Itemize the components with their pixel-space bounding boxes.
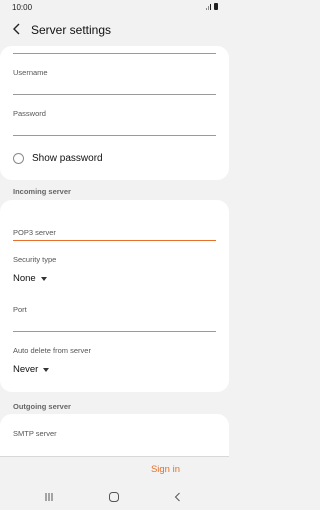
app-bar: Server settings (0, 14, 229, 46)
security-type-label: Security type (13, 255, 57, 264)
nav-back-button[interactable] (171, 490, 185, 504)
home-button[interactable] (107, 490, 121, 504)
page-title: Server settings (31, 23, 112, 37)
account-card: Username Password Show password (0, 46, 229, 180)
auto-delete-dropdown[interactable]: Never (13, 364, 50, 375)
outgoing-server-header: Outgoing server (13, 402, 71, 411)
incoming-server-header: Incoming server (13, 187, 71, 196)
show-password-checkbox[interactable] (13, 153, 24, 164)
security-type-value: None (13, 273, 36, 284)
outgoing-server-card: SMTP server (0, 414, 229, 456)
auto-delete-label: Auto delete from server (13, 346, 91, 355)
dropdown-arrow-icon (40, 276, 47, 281)
home-icon (109, 492, 119, 502)
security-type-dropdown[interactable]: None (13, 273, 47, 284)
status-time: 10:00 (12, 3, 33, 12)
status-bar: 10:00 (0, 0, 229, 14)
navigation-bar (0, 484, 229, 510)
recent-apps-icon (45, 493, 53, 501)
port-field[interactable] (13, 318, 216, 332)
auto-delete-value: Never (13, 364, 39, 375)
sign-in-button[interactable]: Sign in (151, 464, 180, 475)
back-icon (174, 492, 180, 502)
smtp-server-label: SMTP server (13, 429, 57, 438)
port-label: Port (13, 305, 27, 314)
username-field[interactable] (13, 81, 216, 95)
username-label: Username (13, 68, 48, 77)
divider (13, 53, 216, 54)
incoming-server-card: POP3 server Security type None Port Auto… (0, 200, 229, 392)
dropdown-arrow-icon (43, 367, 50, 372)
recent-apps-button[interactable] (42, 490, 56, 504)
pop3-server-field[interactable] (13, 227, 216, 241)
password-field[interactable] (13, 122, 216, 136)
show-password-label[interactable]: Show password (32, 153, 103, 164)
chevron-left-icon (13, 23, 20, 35)
password-label: Password (13, 109, 46, 118)
signal-icon (206, 4, 212, 10)
battery-icon (214, 3, 218, 10)
divider (0, 456, 229, 457)
status-icons (206, 3, 218, 10)
back-button[interactable] (9, 21, 25, 37)
